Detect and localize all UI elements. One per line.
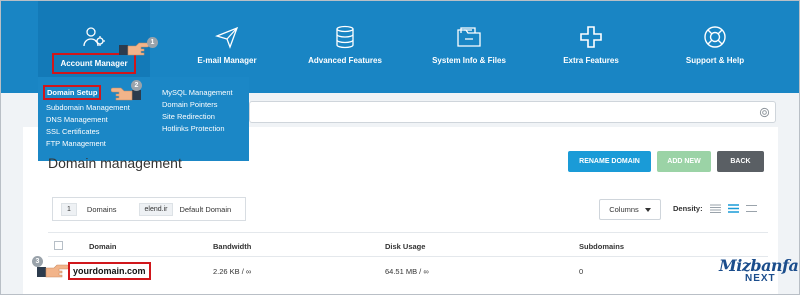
density-compact-icon[interactable] [709, 204, 721, 213]
dropdown-column-2: MySQL Management Domain Pointers Site Re… [162, 88, 233, 133]
nav-label-advanced-features: Advanced Features [308, 56, 382, 65]
nav-label-support-help: Support & Help [685, 56, 745, 65]
subdomains-value: 0 [579, 267, 584, 276]
pointing-hand-icon [119, 42, 149, 56]
nav-label-email-manager: E-mail Manager [197, 56, 257, 65]
add-new-button[interactable]: ADD NEW [657, 151, 711, 172]
column-header-disk-usage[interactable]: Disk Usage [385, 242, 425, 251]
domain-link[interactable]: yourdomain.com [68, 262, 151, 280]
nav-extra-features[interactable]: Extra Features [541, 1, 641, 87]
menu-item-site-redirection[interactable]: Site Redirection [162, 112, 233, 121]
back-button[interactable]: BACK [717, 151, 764, 172]
nav-support-help[interactable]: Support & Help [665, 1, 765, 87]
menu-item-domain-setup[interactable]: Domain Setup [43, 85, 101, 100]
menu-item-dns-management[interactable]: DNS Management [46, 115, 130, 124]
menu-item-subdomain-management[interactable]: Subdomain Management [46, 103, 130, 112]
step-badge-1: 1 [147, 37, 158, 48]
column-header-bandwidth[interactable]: Bandwidth [213, 242, 251, 251]
gear-icon [759, 107, 770, 118]
account-manager-icon [83, 27, 105, 47]
rename-domain-button[interactable]: RENAME DOMAIN [568, 151, 651, 172]
nav-label-system-info: System Info & Files [432, 56, 506, 65]
menu-item-domain-pointers[interactable]: Domain Pointers [162, 100, 233, 109]
nav-label-extra-features: Extra Features [563, 56, 619, 65]
domains-count-label: Domains [86, 204, 117, 214]
default-domain-label: Default Domain [179, 204, 232, 214]
default-domain-value: elend.ir [138, 202, 174, 216]
density-normal-icon[interactable] [727, 204, 739, 213]
domains-summary: 1 Domains elend.ir Default Domain [52, 197, 246, 221]
menu-item-mysql-management[interactable]: MySQL Management [162, 88, 233, 97]
plus-icon [580, 26, 602, 48]
search-input[interactable] [249, 101, 776, 123]
density-control: Density: [673, 204, 757, 213]
select-all-checkbox[interactable] [54, 241, 63, 250]
columns-dropdown[interactable]: Columns [599, 199, 661, 220]
mizbanfa-logo: Mizbanfa NEXT [719, 256, 799, 294]
page: Account Manager E-mail Manager Advanced … [0, 0, 800, 295]
domains-count: 1 [61, 202, 77, 216]
step-badge-3: 3 [32, 256, 43, 267]
nav-system-info[interactable]: System Info & Files [419, 1, 519, 87]
paper-plane-icon [215, 26, 239, 49]
nav-email-manager[interactable]: E-mail Manager [177, 1, 277, 87]
step-badge-2: 2 [131, 80, 142, 91]
server-icon [336, 25, 354, 49]
menu-item-hotlinks-protection[interactable]: Hotlinks Protection [162, 124, 233, 133]
disk-usage-value: 64.51 MB / ∞ [385, 267, 429, 276]
menu-item-ssl-certificates[interactable]: SSL Certificates [46, 127, 130, 136]
column-header-subdomains[interactable]: Subdomains [579, 242, 624, 251]
page-title: Domain management [48, 155, 182, 171]
columns-label: Columns [609, 205, 639, 214]
table-header-divider [48, 256, 768, 257]
table-divider [48, 232, 768, 233]
column-header-domain[interactable]: Domain [89, 242, 117, 251]
account-manager-dropdown: Domain Setup Subdomain Management DNS Ma… [38, 77, 249, 161]
density-comfortable-icon[interactable] [745, 204, 757, 213]
nav-advanced-features[interactable]: Advanced Features [293, 1, 397, 87]
bandwidth-value: 2.26 KB / ∞ [213, 267, 252, 276]
density-label: Density: [673, 204, 703, 213]
caret-down-icon [644, 207, 651, 212]
lifebuoy-icon [704, 26, 726, 48]
menu-item-ftp-management[interactable]: FTP Management [46, 139, 130, 148]
folder-icon [457, 27, 481, 47]
pointing-hand-icon [37, 264, 69, 278]
